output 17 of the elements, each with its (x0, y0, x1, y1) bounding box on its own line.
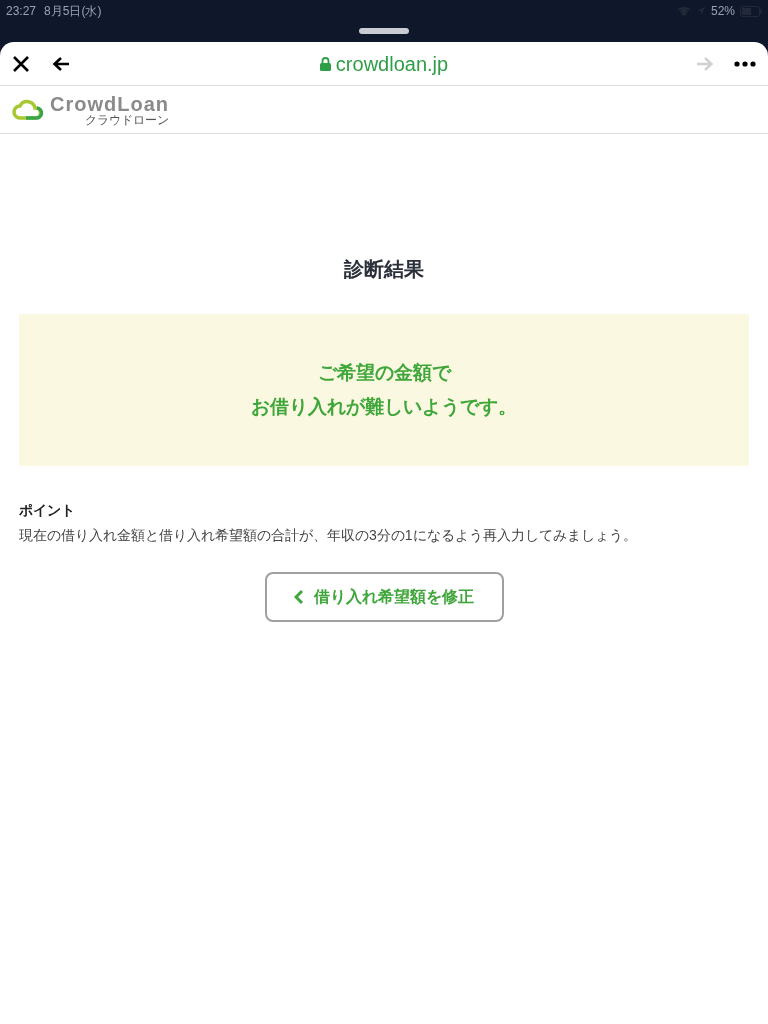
page-title: 診断結果 (343, 257, 425, 282)
point-label: ポイント (19, 501, 76, 520)
cloud-icon (12, 98, 44, 121)
close-button[interactable] (12, 53, 32, 74)
battery-percent: 52% (710, 3, 735, 20)
url-text[interactable]: crowdloan.jp (335, 48, 449, 79)
point-text: 現在の借り入れ金額と借り入れ希望額の合計が、年収の3分の1になるよう再入力してみましょう。 (19, 526, 638, 545)
status-time: 23:27 (6, 3, 37, 20)
chevron-left-icon (294, 589, 304, 605)
more-icon (734, 60, 756, 67)
logo[interactable]: CrowdLoan クラウドローン (12, 93, 169, 126)
logo-subtitle: クラウドローン (85, 113, 169, 126)
status-date: 8月5日(水) (44, 3, 102, 20)
result-message: ご希望の金額で お借り入れが難しいようです。 (251, 361, 517, 419)
logo-wordmark: CrowdLoan (50, 93, 169, 114)
lock-icon (319, 56, 331, 71)
edit-amount-button[interactable]: 借り入れ希望額を修正 (264, 572, 504, 622)
